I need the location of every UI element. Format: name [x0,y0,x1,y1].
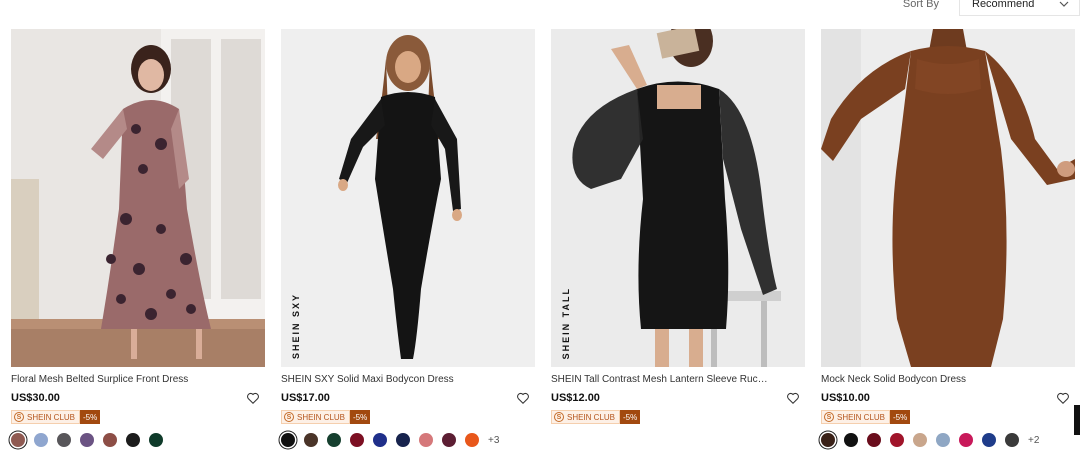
shein-club-badge: S SHEIN CLUB -5% [821,410,1075,424]
club-label: SHEIN CLUB [837,412,886,422]
product-title[interactable]: SHEIN SXY Solid Maxi Bodycon Dress [281,373,501,387]
color-swatch[interactable] [373,433,387,447]
product-price: US$17.00 [281,392,330,404]
heart-icon[interactable] [516,391,530,405]
club-s-icon: S [14,412,24,422]
color-swatch[interactable] [936,433,950,447]
color-swatch[interactable] [821,433,835,447]
color-swatch[interactable] [867,433,881,447]
color-swatch[interactable] [304,433,318,447]
product-title[interactable]: Floral Mesh Belted Surplice Front Dress [11,373,231,387]
product-image[interactable]: SHEIN SXY [281,29,535,367]
product-card[interactable]: Floral Mesh Belted Surplice Front Dress … [11,29,265,448]
color-swatches [11,432,265,448]
color-swatch[interactable] [57,433,71,447]
product-price: US$10.00 [821,392,870,404]
color-swatch[interactable] [890,433,904,447]
color-swatches: +2 [821,432,1075,448]
color-swatch[interactable] [465,433,479,447]
color-swatch[interactable] [11,433,25,447]
product-image[interactable] [821,29,1075,367]
color-swatch[interactable] [442,433,456,447]
product-card[interactable]: SHEIN SXY SHEIN SXY Solid Maxi Bodycon D… [281,29,535,448]
color-swatch[interactable] [419,433,433,447]
more-colors-count[interactable]: +3 [488,435,499,446]
side-feedback-tab[interactable] [1074,405,1080,435]
club-discount: -5% [350,410,371,424]
color-swatch[interactable] [396,433,410,447]
chevron-down-icon [1059,1,1069,7]
product-title[interactable]: Mock Neck Solid Bodycon Dress [821,373,1041,387]
club-s-icon: S [824,412,834,422]
color-swatches [551,432,805,448]
heart-icon[interactable] [1056,391,1070,405]
color-swatch[interactable] [1005,433,1019,447]
product-image[interactable] [11,29,265,367]
product-card[interactable]: SHEIN TALL SHEIN Tall Contrast Mesh Lant… [551,29,805,448]
brand-watermark: SHEIN TALL [561,286,571,359]
color-swatch[interactable] [844,433,858,447]
color-swatch[interactable] [80,433,94,447]
product-card[interactable]: Mock Neck Solid Bodycon Dress US$10.00 S… [821,29,1075,448]
color-swatch[interactable] [959,433,973,447]
color-swatch[interactable] [327,433,341,447]
club-discount: -5% [890,410,911,424]
color-swatch[interactable] [149,433,163,447]
sort-value: Recommend [972,0,1035,10]
color-swatches: +3 [281,432,535,448]
shein-club-badge: S SHEIN CLUB -5% [11,410,265,424]
color-swatch[interactable] [913,433,927,447]
club-label: SHEIN CLUB [567,412,616,422]
heart-icon[interactable] [246,391,260,405]
brand-watermark: SHEIN SXY [291,292,301,359]
color-swatch[interactable] [103,433,117,447]
product-title[interactable]: SHEIN Tall Contrast Mesh Lantern Sleeve … [551,373,771,387]
color-swatch[interactable] [982,433,996,447]
product-grid: Floral Mesh Belted Surplice Front Dress … [11,29,1080,448]
color-swatch[interactable] [34,433,48,447]
club-s-icon: S [284,412,294,422]
club-s-icon: S [554,412,564,422]
sort-bar: Sort By Recommend [903,0,1080,16]
more-colors-count[interactable]: +2 [1028,435,1039,446]
color-swatch[interactable] [281,433,295,447]
shein-club-badge: S SHEIN CLUB -5% [551,410,805,424]
heart-icon[interactable] [786,391,800,405]
color-swatch[interactable] [126,433,140,447]
club-discount: -5% [80,410,101,424]
product-price: US$12.00 [551,392,600,404]
sort-select[interactable]: Recommend [959,0,1080,16]
sort-label: Sort By [902,0,939,10]
color-swatch[interactable] [350,433,364,447]
club-discount: -5% [620,410,641,424]
club-label: SHEIN CLUB [297,412,346,422]
club-label: SHEIN CLUB [27,412,76,422]
product-image[interactable]: SHEIN TALL [551,29,805,367]
shein-club-badge: S SHEIN CLUB -5% [281,410,535,424]
product-price: US$30.00 [11,392,60,404]
